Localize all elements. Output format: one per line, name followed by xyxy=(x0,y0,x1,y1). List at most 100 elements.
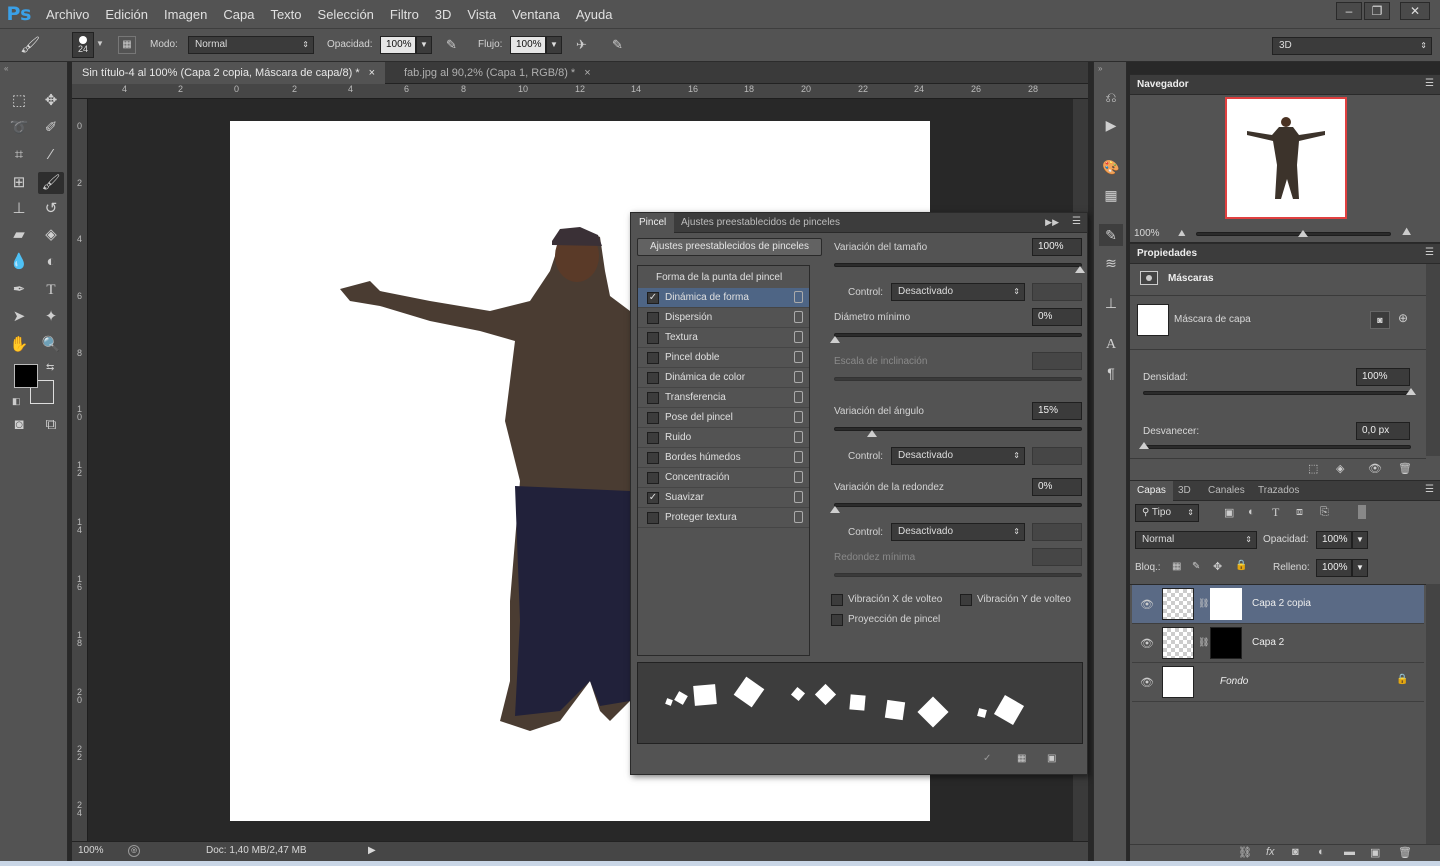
brush-tool-icon[interactable]: 🖌 xyxy=(20,35,42,55)
eye-icon[interactable]: 👁 xyxy=(1140,598,1154,611)
navigator-thumbnail[interactable] xyxy=(1225,97,1347,219)
swap-colors-icon[interactable]: ⇆ xyxy=(46,362,54,373)
grid-icon[interactable]: ▦ xyxy=(1017,753,1026,764)
lock-icon[interactable] xyxy=(794,291,803,303)
slider-thumb[interactable] xyxy=(867,430,877,437)
workspace-select[interactable]: 3D ⇕ xyxy=(1272,37,1432,55)
menu-capa[interactable]: Capa xyxy=(215,7,262,22)
add-mask-icon[interactable]: ◙ xyxy=(1292,846,1299,858)
checkbox[interactable] xyxy=(647,472,659,484)
character-icon[interactable]: A xyxy=(1099,334,1123,356)
crop-tool-icon[interactable]: ⌗ xyxy=(6,144,32,166)
restore-button[interactable]: ❐ xyxy=(1364,2,1390,20)
eraser-tool-icon[interactable]: ▰ xyxy=(6,224,32,246)
shape-tool-icon[interactable]: ✦ xyxy=(38,306,64,328)
control-dropdown-1[interactable]: Desactivado ⇕ xyxy=(891,283,1025,301)
slider-thumb[interactable] xyxy=(830,336,840,343)
zoom-readout[interactable]: 100% xyxy=(78,845,104,856)
swatches-icon[interactable]: ▦ xyxy=(1099,184,1123,206)
tab-sin-titulo-4[interactable]: Sin título-4 al 100% (Capa 2 copia, Másc… xyxy=(72,62,386,84)
layer-name[interactable]: Capa 2 xyxy=(1252,637,1284,648)
lock-all-icon[interactable]: 🔒 xyxy=(1235,560,1247,571)
option-dual-brush[interactable]: Pincel doble xyxy=(638,348,809,368)
flow-input[interactable]: 100% xyxy=(510,36,546,54)
lock-position-icon[interactable]: ✥ xyxy=(1213,560,1222,573)
vector-mask-icon[interactable]: ⊕ xyxy=(1398,311,1408,325)
brush-panel-toggle-icon[interactable]: ▦ xyxy=(118,36,136,54)
option-smoothing[interactable]: ✓ Suavizar xyxy=(638,488,809,508)
paragraph-icon[interactable]: ¶ xyxy=(1099,362,1123,384)
history-icon[interactable]: ⎌ xyxy=(1099,86,1123,108)
close-icon[interactable]: × xyxy=(369,67,375,79)
load-selection-icon[interactable]: ⬚ xyxy=(1308,462,1318,475)
marquee-tool-icon[interactable]: ⬚ xyxy=(6,90,32,112)
dodge-tool-icon[interactable]: ◐ xyxy=(38,251,64,273)
angle-jitter-value[interactable]: 15% xyxy=(1032,402,1082,420)
pen-tool-icon[interactable]: ✒ xyxy=(6,279,32,301)
zoom-in-icon[interactable]: ⛰ xyxy=(1402,226,1411,239)
density-value[interactable]: 100% xyxy=(1356,368,1410,386)
option-color-dynamics[interactable]: Dinámica de color xyxy=(638,368,809,388)
minimize-button[interactable]: ‒ xyxy=(1336,2,1362,20)
mode-select[interactable]: Normal ⇕ xyxy=(188,36,314,54)
control-dropdown-2[interactable]: Desactivado ⇕ xyxy=(891,447,1025,465)
option-protect-texture[interactable]: Proteger textura xyxy=(638,508,809,528)
quick-selection-tool-icon[interactable]: ✐ xyxy=(38,117,64,139)
layer-filter-select[interactable]: ⚲ Tipo ⇕ xyxy=(1135,504,1199,522)
flip-y-checkbox[interactable] xyxy=(960,594,972,606)
min-diameter-slider[interactable] xyxy=(834,333,1082,337)
default-colors-icon[interactable]: ◧ xyxy=(12,396,21,407)
new-group-icon[interactable]: ▬ xyxy=(1344,846,1355,858)
fill-dropdown[interactable]: ▼ xyxy=(1352,559,1368,577)
flow-dropdown[interactable]: ▼ xyxy=(546,36,562,54)
mask-thumbnail[interactable] xyxy=(1210,588,1242,620)
checkbox[interactable] xyxy=(647,432,659,444)
history-brush-icon[interactable]: ↺ xyxy=(38,198,64,220)
brush-tool-icon[interactable]: 🖌 xyxy=(38,172,64,194)
slider-thumb[interactable] xyxy=(830,506,840,513)
filter-toggle[interactable] xyxy=(1358,505,1366,519)
option-transfer[interactable]: Transferencia xyxy=(638,388,809,408)
slider-thumb[interactable] xyxy=(1139,442,1149,449)
tab-layers[interactable]: Capas xyxy=(1130,481,1173,501)
collapse-icon[interactable]: » xyxy=(1098,64,1102,73)
zoom-tool-icon[interactable]: 🔍 xyxy=(38,334,64,356)
option-shape-dynamics[interactable]: ✓ Dinámica de forma xyxy=(638,288,809,308)
filter-type-icon[interactable]: T xyxy=(1272,505,1279,520)
feather-slider[interactable] xyxy=(1143,445,1411,449)
trash-icon[interactable]: 🗑 xyxy=(1398,462,1412,475)
checkbox[interactable] xyxy=(647,392,659,404)
filter-pixel-icon[interactable]: ▣ xyxy=(1224,506,1234,519)
lock-pixels-icon[interactable]: ✎ xyxy=(1192,561,1200,572)
close-icon[interactable]: × xyxy=(584,67,590,79)
eye-icon[interactable]: 👁 xyxy=(1140,637,1154,650)
checkbox[interactable] xyxy=(647,452,659,464)
size-jitter-slider[interactable] xyxy=(834,263,1082,267)
checkbox[interactable] xyxy=(647,412,659,424)
tab-pincel[interactable]: Pincel xyxy=(631,213,675,233)
option-scattering[interactable]: Dispersión xyxy=(638,308,809,328)
mask-thumbnail[interactable] xyxy=(1210,627,1242,659)
menu-3d[interactable]: 3D xyxy=(427,7,460,22)
quick-mask-icon[interactable]: ◙ xyxy=(6,414,32,436)
panel-menu-icon[interactable]: ☰ xyxy=(1425,484,1434,495)
menu-seleccion[interactable]: Selección xyxy=(310,7,382,22)
checkbox[interactable] xyxy=(647,312,659,324)
layers-scrollbar[interactable] xyxy=(1426,584,1440,844)
chevron-down-icon[interactable]: ▼ xyxy=(96,39,104,48)
slider-thumb[interactable] xyxy=(1298,230,1308,237)
actions-icon[interactable]: ▶ xyxy=(1099,114,1123,136)
blur-tool-icon[interactable]: 💧 xyxy=(6,251,32,273)
layer-row-fondo[interactable]: 👁 Fondo 🔒 xyxy=(1132,663,1424,702)
fx-icon[interactable]: fx xyxy=(1266,846,1275,858)
menu-ventana[interactable]: Ventana xyxy=(504,7,568,22)
roundness-jitter-value[interactable]: 0% xyxy=(1032,478,1082,496)
navigator-title[interactable]: Navegador xyxy=(1137,79,1189,90)
option-texture[interactable]: Textura xyxy=(638,328,809,348)
paint-bucket-icon[interactable]: ◈ xyxy=(38,224,64,246)
checkbox[interactable] xyxy=(647,372,659,384)
layer-row-capa-2[interactable]: 👁 ⛓ Capa 2 xyxy=(1132,624,1424,663)
move-tool-icon[interactable]: ✥ xyxy=(38,90,64,112)
layer-row-capa-2-copia[interactable]: 👁 ⛓ Capa 2 copia xyxy=(1132,585,1424,624)
pressure-size-icon[interactable]: ✎ xyxy=(612,37,623,53)
